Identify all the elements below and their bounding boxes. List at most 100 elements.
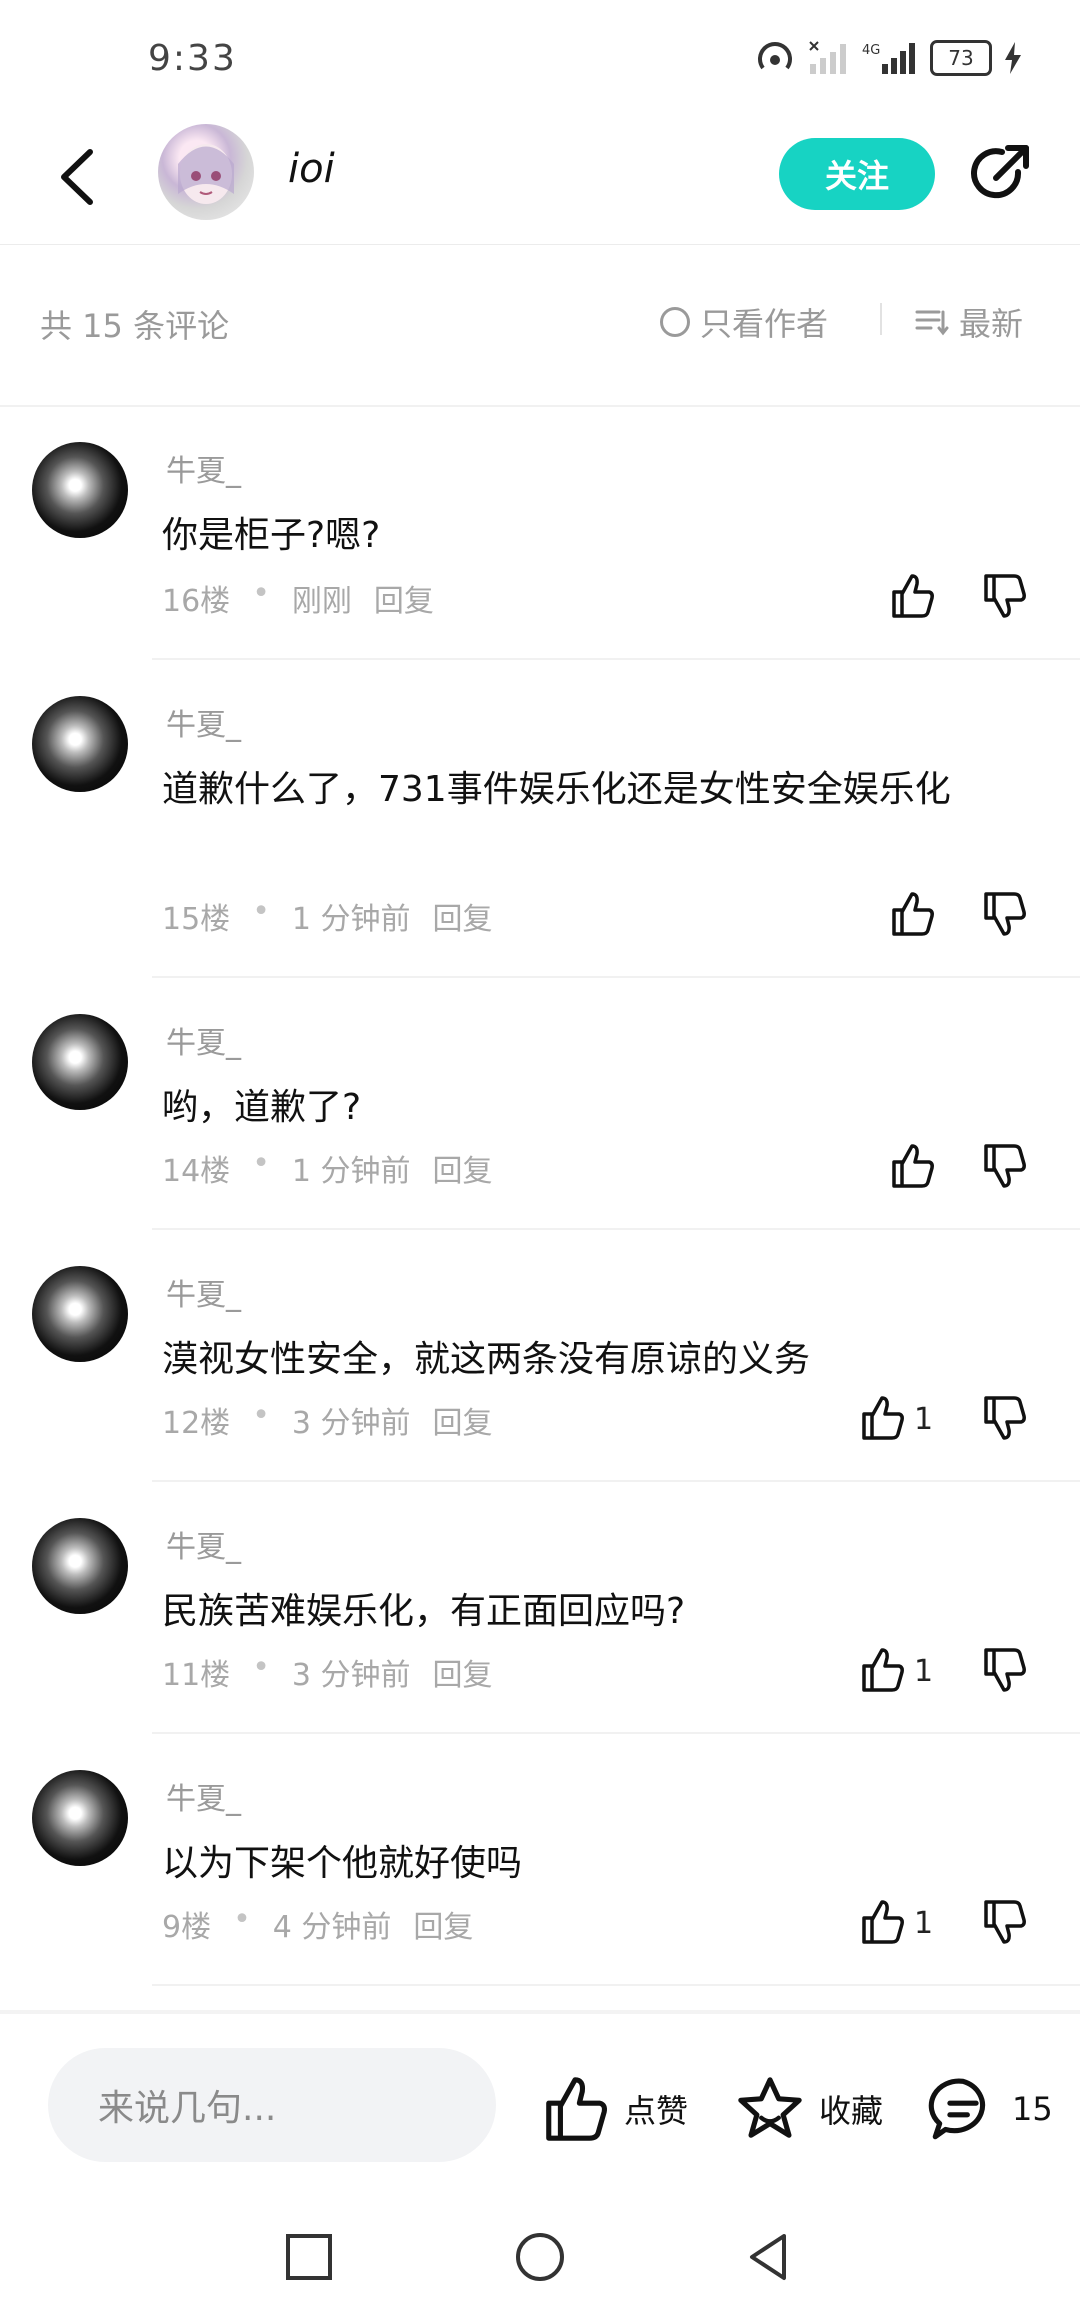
- meta-separator: •: [252, 1398, 270, 1433]
- comment-count-badge: 15: [1012, 2090, 1053, 2128]
- meta-separator: •: [252, 1650, 270, 1685]
- sort-toggle[interactable]: 最新: [915, 299, 1023, 345]
- svg-text:4G: 4G: [862, 43, 880, 58]
- commenter-avatar[interactable]: [32, 1518, 128, 1614]
- signal-4g-icon: 4G: [862, 43, 915, 74]
- commenter-avatar[interactable]: [32, 442, 128, 538]
- charging-icon: [1005, 42, 1021, 74]
- favorite-button[interactable]: 收藏: [735, 2074, 883, 2144]
- author-only-toggle[interactable]: 只看作者: [660, 299, 828, 345]
- reply-button[interactable]: 回复: [433, 894, 493, 938]
- comment-time: 4 分钟前: [272, 1910, 392, 1945]
- thumbs-up-icon[interactable]: [858, 1898, 906, 1946]
- meta-separator: •: [252, 576, 270, 611]
- commenter-name[interactable]: 牛夏_: [166, 1774, 241, 1818]
- sort-label: 最新: [959, 305, 1024, 343]
- comment-item: 牛夏_ 哟，道歉了? 14楼 • 1 分钟前 回复: [0, 978, 1080, 1230]
- reply-button[interactable]: 回复: [374, 576, 434, 620]
- share-icon[interactable]: [968, 140, 1034, 206]
- commenter-name[interactable]: 牛夏_: [166, 1522, 241, 1566]
- home-icon[interactable]: [511, 2228, 569, 2286]
- comment-text: 漠视女性安全，就这两条没有原谅的义务: [162, 1339, 811, 1380]
- commenter-name[interactable]: 牛夏_: [166, 1270, 241, 1314]
- comment-item: 牛夏_ 漠视女性安全，就这两条没有原谅的义务 12楼 • 3 分钟前 回复 1: [0, 1230, 1080, 1482]
- author-name[interactable]: ioi: [288, 146, 335, 192]
- commenter-avatar[interactable]: [32, 1014, 128, 1110]
- thumbs-down-icon[interactable]: [980, 1898, 1028, 1946]
- comment-meta: 12楼 • 3 分钟前 回复: [162, 1398, 493, 1442]
- comment-meta: 9楼 • 4 分钟前 回复: [162, 1902, 473, 1946]
- thumbs-up-icon[interactable]: [888, 890, 936, 938]
- thumbs-up-icon[interactable]: [888, 572, 936, 620]
- floor-number: 14楼: [162, 1154, 231, 1189]
- floor-number: 16楼: [162, 584, 231, 619]
- reply-button[interactable]: 回复: [433, 1650, 493, 1694]
- favorite-label: 收藏: [819, 2092, 884, 2130]
- thumbs-down-icon[interactable]: [980, 1142, 1028, 1190]
- battery-indicator: 73: [930, 40, 992, 76]
- comment-time: 3 分钟前: [291, 1658, 411, 1693]
- comment-text: 道歉什么了，731事件娱乐化还是女性安全娱乐化: [162, 769, 951, 810]
- like-count: 1: [914, 1402, 934, 1437]
- screen: 9:33 4G 73 ioi 关注 共 15 条评论 只看作者 最新 牛夏_ 你…: [0, 0, 1080, 2310]
- floor-number: 9楼: [162, 1910, 212, 1945]
- commenter-avatar[interactable]: [32, 1770, 128, 1866]
- comments-button[interactable]: 15: [928, 2074, 1053, 2144]
- comment-text: 你是柜子?嗯?: [162, 515, 381, 556]
- status-bar: 9:33 4G 73: [0, 0, 1080, 110]
- author-avatar[interactable]: [158, 124, 254, 220]
- recent-apps-icon[interactable]: [280, 2228, 338, 2286]
- comment-text: 哟，道歉了?: [162, 1087, 362, 1128]
- bottom-action-bar: 来说几句... 点赞 收藏 15: [0, 2014, 1080, 2204]
- author-only-label: 只看作者: [700, 305, 829, 343]
- follow-button[interactable]: 关注: [779, 138, 935, 210]
- thumbs-up-icon[interactable]: [888, 1142, 936, 1190]
- comment-time: 3 分钟前: [291, 1406, 411, 1441]
- comment-meta: 11楼 • 3 分钟前 回复: [162, 1650, 493, 1694]
- thumbs-up-icon[interactable]: [858, 1394, 906, 1442]
- thumbs-down-icon[interactable]: [980, 1394, 1028, 1442]
- comment-meta: 16楼 • 刚刚 回复: [162, 576, 434, 620]
- meta-separator: •: [233, 1902, 251, 1937]
- sort-list-icon: [915, 310, 949, 336]
- radio-icon: [660, 307, 690, 337]
- commenter-name[interactable]: 牛夏_: [166, 446, 241, 490]
- commenter-avatar[interactable]: [32, 696, 128, 792]
- reply-button[interactable]: 回复: [433, 1146, 493, 1190]
- header: ioi 关注: [0, 110, 1080, 245]
- thumbs-down-icon[interactable]: [980, 890, 1028, 938]
- system-nav-bar: [0, 2204, 1080, 2310]
- commenter-name[interactable]: 牛夏_: [166, 700, 241, 744]
- comment-time: 刚刚: [291, 584, 352, 619]
- meta-separator: •: [252, 1146, 270, 1181]
- like-count: 1: [914, 1906, 934, 1941]
- comment-input[interactable]: 来说几句...: [48, 2048, 496, 2162]
- comment-item: 牛夏_ 以为下架个他就好使吗 9楼 • 4 分钟前 回复 1: [0, 1734, 1080, 1986]
- comment-time: 1 分钟前: [291, 902, 411, 937]
- thumbs-down-icon[interactable]: [980, 572, 1028, 620]
- status-icons: 4G 73: [754, 40, 1022, 76]
- signal-sim1-icon: [809, 41, 846, 74]
- comment-divider: [152, 1984, 1080, 1986]
- like-count: 1: [914, 1654, 934, 1689]
- floor-number: 12楼: [162, 1406, 231, 1441]
- commenter-avatar[interactable]: [32, 1266, 128, 1362]
- reply-button[interactable]: 回复: [433, 1398, 493, 1442]
- comment-text: 民族苦难娱乐化，有正面回应吗?: [162, 1591, 686, 1632]
- like-post-button[interactable]: 点赞: [540, 2074, 688, 2144]
- comment-item: 牛夏_ 你是柜子?嗯? 16楼 • 刚刚 回复: [0, 406, 1080, 660]
- thumbs-up-icon[interactable]: [858, 1646, 906, 1694]
- comment-time: 1 分钟前: [291, 1154, 411, 1189]
- avatar-illustration: [178, 144, 234, 204]
- thumbs-up-icon: [546, 2077, 607, 2141]
- back-icon[interactable]: [50, 142, 110, 212]
- comment-bubble-icon: [928, 2078, 986, 2140]
- comment-meta: 14楼 • 1 分钟前 回复: [162, 1146, 493, 1190]
- back-nav-icon[interactable]: [740, 2228, 798, 2286]
- reply-button[interactable]: 回复: [413, 1902, 473, 1946]
- commenter-name[interactable]: 牛夏_: [166, 1018, 241, 1062]
- floor-number: 11楼: [162, 1658, 231, 1693]
- comment-text: 以为下架个他就好使吗: [162, 1843, 523, 1884]
- thumbs-down-icon[interactable]: [980, 1646, 1028, 1694]
- meta-separator: •: [252, 894, 270, 929]
